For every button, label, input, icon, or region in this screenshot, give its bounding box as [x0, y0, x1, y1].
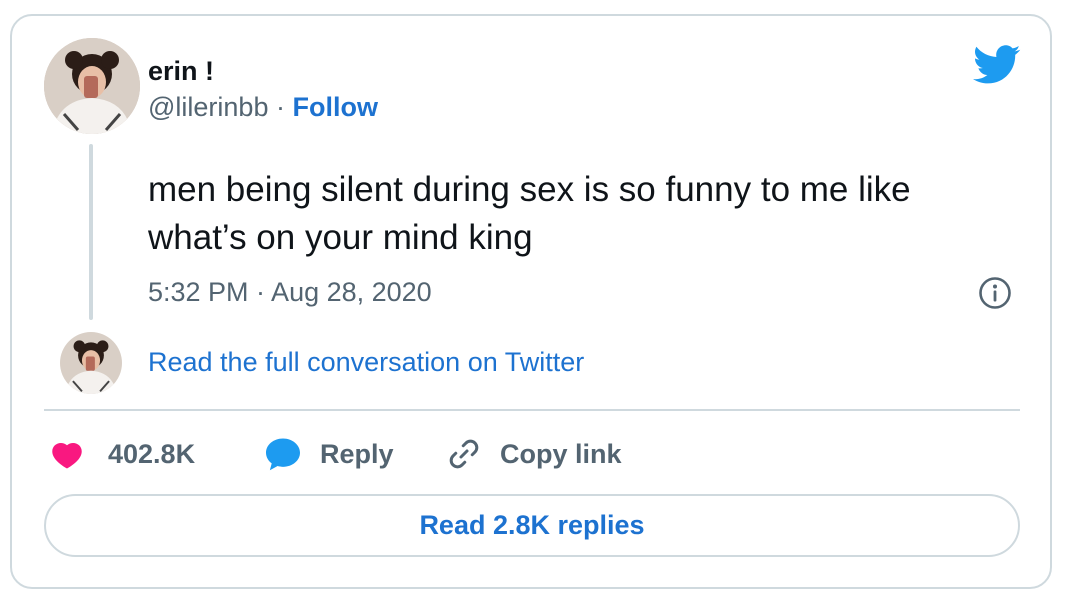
author-name[interactable]: erin ! [148, 56, 214, 87]
read-replies-button[interactable]: Read 2.8K replies [44, 494, 1020, 557]
likes-count: 402.8K [108, 438, 196, 469]
author-handle[interactable]: @lilerinbb [148, 92, 268, 122]
reply-button[interactable]: Reply [264, 434, 394, 474]
reply-label: Reply [320, 438, 394, 469]
conversation-avatar[interactable] [60, 332, 122, 394]
twitter-bird-icon[interactable] [973, 45, 1021, 85]
handle-separator: · [275, 92, 285, 122]
author-avatar[interactable] [44, 38, 140, 134]
divider [44, 409, 1020, 411]
like-button[interactable]: 402.8K [50, 434, 195, 474]
follow-button[interactable]: Follow [293, 92, 378, 122]
author-handle-row: @lilerinbb · Follow [148, 92, 378, 123]
copy-link-button[interactable]: Copy link [446, 434, 622, 474]
reply-bubble-icon [266, 438, 300, 471]
info-icon[interactable] [978, 276, 1012, 310]
link-icon [449, 439, 479, 469]
copy-link-label: Copy link [500, 438, 622, 469]
tweet-text: men being silent during sex is so funny … [148, 170, 911, 257]
read-conversation-link[interactable]: Read the full conversation on Twitter [148, 347, 584, 378]
thread-connector-line [89, 144, 93, 320]
heart-icon [52, 443, 82, 469]
tweet-timestamp[interactable]: 5:32 PM · Aug 28, 2020 [148, 277, 432, 308]
